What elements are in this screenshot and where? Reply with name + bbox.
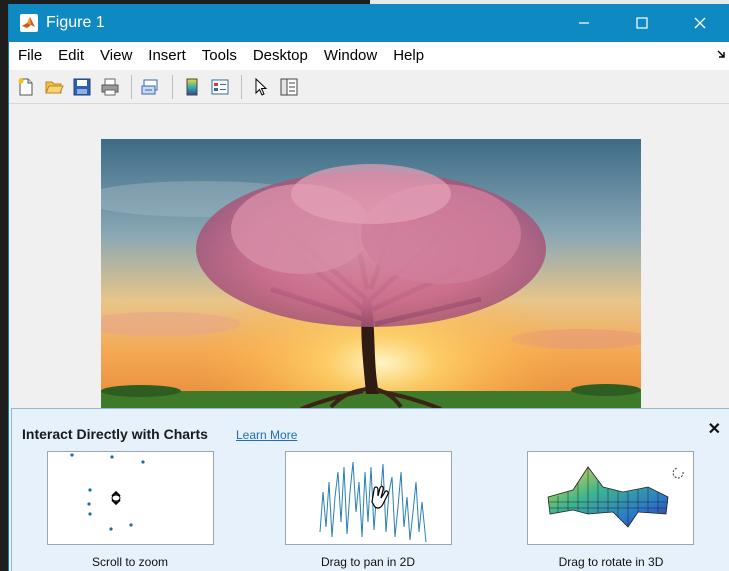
window-title: Figure 1 <box>46 14 105 31</box>
print-icon <box>101 78 119 95</box>
figure-canvas[interactable] <box>9 104 729 409</box>
minimize-icon <box>579 22 589 24</box>
link-plot-icon <box>141 79 158 94</box>
tree-image <box>101 139 641 409</box>
menu-insert[interactable]: Insert <box>140 42 194 70</box>
property-inspector-button[interactable] <box>276 74 302 100</box>
pointer-button[interactable] <box>248 74 274 100</box>
learn-more-link[interactable]: Learn More <box>236 428 297 442</box>
link-plot-button[interactable] <box>138 74 164 100</box>
panel-title: Interact Directly with Charts <box>22 426 208 442</box>
open-file-button[interactable] <box>41 74 67 100</box>
panel-close-button[interactable]: ✕ <box>708 419 721 439</box>
legend-icon <box>211 79 229 94</box>
menu-view[interactable]: View <box>92 42 140 70</box>
maximize-icon <box>636 17 648 29</box>
toolbar-separator <box>241 74 242 99</box>
title-bar[interactable]: Figure 1 <box>9 4 729 42</box>
save-icon <box>73 78 91 95</box>
matlab-logo-icon <box>20 14 38 32</box>
scroll-zoom-caption: Scroll to zoom <box>91 555 169 569</box>
new-figure-icon <box>18 78 33 95</box>
pan-2d-caption: Drag to pan in 2D <box>320 555 416 569</box>
figure-toolbar <box>9 70 729 104</box>
interact-panel: Interact Directly with Charts Learn More… <box>11 408 729 571</box>
menu-tools[interactable]: Tools <box>194 42 245 70</box>
menu-desktop[interactable]: Desktop <box>245 42 316 70</box>
rotate-3d-card[interactable] <box>527 451 694 545</box>
menu-bar: File Edit View Insert Tools Desktop Wind… <box>9 42 729 70</box>
scroll-zoom-icon <box>70 453 145 531</box>
property-inspector-icon <box>280 78 298 95</box>
print-button[interactable] <box>97 74 123 100</box>
maximize-button[interactable] <box>613 4 671 42</box>
tree-at-sunset-image <box>101 139 641 409</box>
menu-window[interactable]: Window <box>316 42 385 70</box>
open-file-icon <box>45 81 64 93</box>
pan-hand-icon <box>319 461 427 543</box>
pointer-icon <box>255 77 268 96</box>
dock-arrow-icon[interactable] <box>717 49 727 59</box>
menu-file[interactable]: File <box>9 42 50 70</box>
scroll-zoom-card[interactable] <box>47 451 214 545</box>
toolbar-separator <box>172 74 173 99</box>
rotate-icon <box>547 466 684 528</box>
close-button[interactable] <box>671 4 729 42</box>
close-icon <box>694 17 706 29</box>
new-figure-button[interactable] <box>13 74 39 100</box>
rotate-3d-caption: Drag to rotate in 3D <box>558 555 664 569</box>
toolbar-separator <box>131 74 132 99</box>
save-button[interactable] <box>69 74 95 100</box>
figure-window: Figure 1 File Edit View Insert Tools Des… <box>8 4 729 571</box>
colorbar-icon <box>186 78 198 95</box>
minimize-button[interactable] <box>555 4 613 42</box>
menu-edit[interactable]: Edit <box>50 42 92 70</box>
menu-help[interactable]: Help <box>385 42 432 70</box>
legend-button[interactable] <box>207 74 233 100</box>
colorbar-button[interactable] <box>179 74 205 100</box>
pan-2d-card[interactable] <box>285 451 452 545</box>
